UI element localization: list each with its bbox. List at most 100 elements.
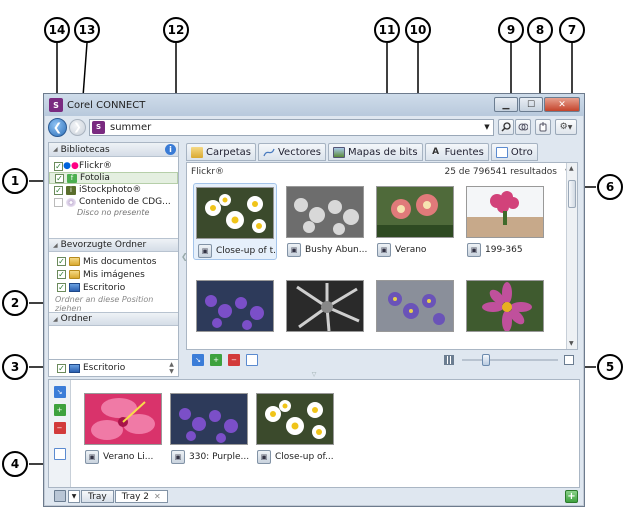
copy-to-tray-icon[interactable]: ↘ — [192, 354, 204, 366]
remove-item-icon[interactable]: − — [228, 354, 240, 366]
flickr-icon: ● ● — [63, 161, 79, 171]
move-to-tray-button[interactable] — [535, 119, 551, 135]
library-item-fotolia[interactable]: ✓ f Fotolia — [49, 172, 178, 184]
content-item[interactable] — [373, 277, 457, 352]
content-scrollbar[interactable]: ▲ ▼ — [566, 163, 577, 349]
scroll-down-icon[interactable]: ▼ — [569, 340, 574, 347]
vector-curve-icon — [263, 147, 275, 158]
tray-thumbnail — [170, 393, 248, 445]
callout-8: 8 — [527, 17, 553, 43]
favorite-folder-desktop[interactable]: ✓ Escritorio — [49, 281, 178, 294]
favorite-checkbox[interactable]: ✓ — [57, 283, 66, 292]
app-logo-icon: S — [49, 98, 63, 112]
tray-splitter-icon[interactable]: ▽ — [44, 372, 584, 378]
tray-item-caption: ▣ Close-up of... — [253, 449, 337, 465]
search-field[interactable]: S summer ▼ — [89, 118, 494, 136]
tab-tray-2[interactable]: Tray 2 ✕ — [114, 490, 168, 503]
collapse-icon[interactable]: ◢ — [53, 316, 58, 323]
tray-remove-icon[interactable]: − — [53, 422, 66, 434]
photo-file-icon: ▣ — [85, 450, 99, 464]
title-bar[interactable]: S Corel CONNECT ▁ ☐ ✕ — [44, 94, 584, 116]
favorite-label: Escritorio — [83, 282, 126, 293]
library-checkbox[interactable]: ✓ — [54, 161, 63, 171]
favorite-checkbox[interactable]: ✓ — [57, 257, 66, 266]
scroll-up-icon[interactable]: ▲ — [569, 165, 574, 172]
add-item-icon[interactable]: + — [210, 354, 222, 366]
tray-item[interactable]: ▣ Close-up of... — [253, 390, 337, 465]
library-item-cd-content[interactable]: Contenido de CDG... — [49, 196, 178, 208]
library-item-flickr[interactable]: ✓ ● ● Flickr® — [49, 160, 178, 172]
library-checkbox[interactable]: ✓ — [54, 185, 63, 195]
favorite-checkbox[interactable]: ✓ — [57, 270, 66, 279]
callout-12: 12 — [163, 17, 189, 43]
scrollbar-thumb[interactable] — [568, 180, 576, 208]
maximize-button[interactable]: ☐ — [519, 97, 543, 112]
library-item-istockphoto[interactable]: ✓ i iStockphoto® — [49, 184, 178, 196]
thumbnail-image — [286, 280, 364, 332]
search-button[interactable] — [498, 119, 514, 135]
tab-other[interactable]: Otro — [490, 143, 538, 161]
collapse-icon[interactable]: ◢ — [53, 242, 58, 249]
content-item[interactable]: ▣ Verano — [373, 183, 457, 258]
options-button[interactable]: ⚙ ▼ — [555, 119, 577, 135]
tray-page-icon[interactable] — [53, 448, 66, 460]
content-item-caption: ▣ Close-up of t... — [194, 243, 276, 259]
zoom-slider-thumb[interactable] — [482, 354, 490, 366]
content-item[interactable]: ▣ Close-up of t... — [193, 183, 277, 260]
tab-label: Carpetas — [206, 146, 251, 158]
tab-fonts[interactable]: A Fuentes — [424, 143, 489, 161]
tab-tray[interactable]: Tray — [81, 490, 114, 503]
callout-3: 3 — [2, 354, 28, 380]
content-item[interactable]: ▣ Bushy Abun... — [283, 183, 367, 258]
tab-bitmaps[interactable]: Mapas de bits — [328, 143, 423, 161]
library-checkbox[interactable]: ✓ — [55, 173, 64, 183]
corel-connect-window: S Corel CONNECT ▁ ☐ ✕ ❮ ❯ S summer ▼ ⚙ ▼… — [43, 93, 585, 507]
caption-text: Verano — [395, 245, 427, 255]
forward-button[interactable]: ❯ — [69, 118, 86, 136]
search-input[interactable]: summer — [110, 122, 481, 133]
content-item[interactable] — [463, 277, 547, 352]
page-icon[interactable] — [246, 354, 258, 366]
tray-thumbnail — [256, 393, 334, 445]
large-thumbnails-icon[interactable] — [564, 355, 574, 365]
content-item[interactable]: ▣ 199-365 — [463, 183, 547, 258]
info-icon[interactable]: i — [165, 144, 176, 155]
tray-copy-icon[interactable]: ↘ — [53, 386, 66, 398]
libraries-header[interactable]: ◢ Bibliotecas i — [49, 143, 178, 157]
zoom-track[interactable] — [462, 354, 558, 366]
share-button[interactable] — [515, 119, 531, 135]
callout-2: 2 — [2, 290, 28, 316]
back-button[interactable]: ❮ — [48, 117, 67, 137]
tray-item[interactable]: ▣ 330: Purple... — [167, 390, 251, 465]
content-item[interactable] — [193, 277, 277, 352]
tab-folders[interactable]: Carpetas — [186, 143, 256, 161]
thumbnail-size-slider[interactable] — [444, 354, 574, 366]
share-icon — [518, 123, 528, 131]
search-history-dropdown-icon[interactable]: ▼ — [481, 123, 493, 131]
thumbnail-image — [376, 186, 454, 238]
library-checkbox[interactable] — [54, 197, 63, 207]
close-tab-icon[interactable]: ✕ — [154, 492, 161, 501]
tab-label: Otro — [510, 146, 533, 158]
callout-4: 4 — [2, 451, 28, 477]
callout-5: 5 — [597, 354, 623, 380]
tray-list-dropdown-icon[interactable]: ▼ — [68, 490, 80, 503]
content-item-caption — [193, 336, 277, 352]
collapse-icon[interactable]: ◢ — [53, 146, 58, 153]
folders-header[interactable]: ◢ Ordner — [49, 312, 178, 326]
add-tray-button[interactable]: + — [565, 490, 578, 503]
thumbnail-image — [376, 280, 454, 332]
tab-vectors[interactable]: Vectores — [257, 143, 326, 161]
favorite-folder-images[interactable]: ✓ Mis imágenes — [49, 268, 178, 281]
content-item[interactable] — [283, 277, 367, 352]
content-item-caption: ▣ Bushy Abun... — [283, 242, 367, 258]
favorites-header[interactable]: ◢ Bevorzugte Ordner — [49, 238, 178, 252]
caption-text: Close-up of t... — [216, 246, 276, 256]
close-button[interactable]: ✕ — [544, 97, 580, 112]
tray-add-icon[interactable]: + — [53, 404, 66, 416]
tray-item[interactable]: ▣ Verano Li... — [81, 390, 165, 465]
favorite-folder-documents[interactable]: ✓ Mis documentos — [49, 255, 178, 268]
small-thumbnails-icon[interactable] — [444, 355, 454, 365]
minimize-button[interactable]: ▁ — [494, 97, 518, 112]
photo-file-icon: ▣ — [287, 243, 301, 257]
